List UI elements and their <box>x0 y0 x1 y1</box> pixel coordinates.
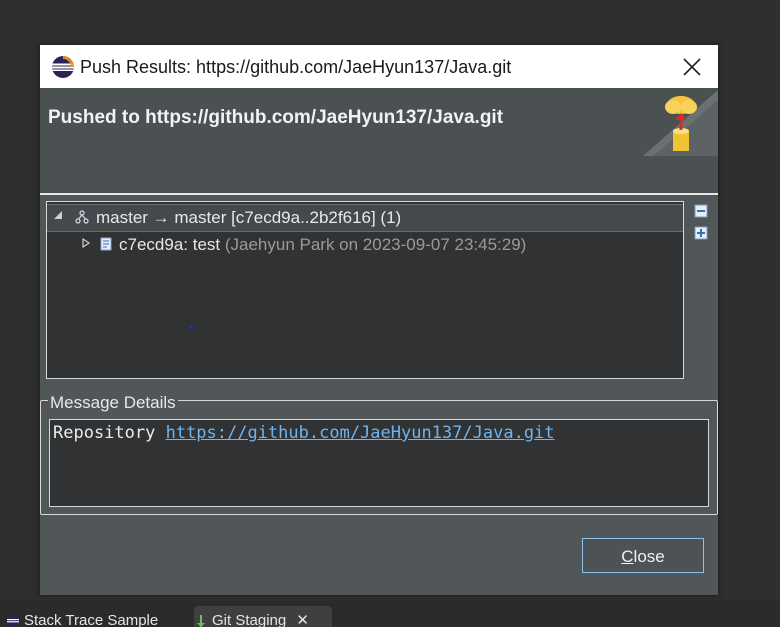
message-details-label: Message Details <box>48 393 178 413</box>
tab-git-staging[interactable]: Git Staging ✕ <box>194 606 332 627</box>
tab-stack-trace-sample[interactable]: Stack Trace Sample <box>6 606 190 627</box>
close-tab-icon[interactable]: ✕ <box>296 612 309 627</box>
collapsed-arrow-icon[interactable] <box>81 238 91 248</box>
push-heading: Pushed to https://github.com/JaeHyun137/… <box>48 107 504 128</box>
title-bar: Push Results: https://github.com/JaeHyun… <box>40 45 718 88</box>
repository-link[interactable]: https://github.com/JaeHyun137/Java.git <box>166 423 555 443</box>
expanded-arrow-icon[interactable] <box>53 210 63 220</box>
commit-icon <box>100 237 112 251</box>
tab-label: Git Staging <box>212 612 287 627</box>
tab-label: Stack Trace Sample <box>24 612 159 627</box>
tree-row-branch[interactable]: master → master [c7ecd9a..2b2f616] (1) <box>47 204 683 232</box>
expand-all-icon[interactable] <box>694 226 708 240</box>
repository-line: Repository https://github.com/JaeHyun137… <box>53 423 555 443</box>
push-result-tree[interactable]: master → master [c7ecd9a..2b2f616] (1) c… <box>46 201 684 379</box>
branch-icon <box>75 210 89 224</box>
eclipse-icon <box>52 56 74 78</box>
git-staging-icon <box>197 615 205 627</box>
commit-label: c7ecd9a: test <box>119 235 225 254</box>
push-banner-icon <box>643 90 718 156</box>
close-mnemonic: C <box>621 547 634 566</box>
header-separator <box>40 193 718 195</box>
commit-text: c7ecd9a: test (Jaehyun Park on 2023-09-0… <box>119 235 526 255</box>
repository-prefix: Repository <box>53 423 166 443</box>
commit-detail: (Jaehyun Park on 2023-09-07 23:45:29) <box>224 235 527 254</box>
collapse-all-icon[interactable] <box>694 204 708 218</box>
close-label: lose <box>633 547 665 566</box>
close-button[interactable]: Close <box>582 538 704 573</box>
eclipse-icon <box>7 615 19 627</box>
close-icon[interactable] <box>680 55 704 79</box>
cursor-dot <box>190 326 193 329</box>
message-details-text[interactable]: Repository https://github.com/JaeHyun137… <box>49 419 709 507</box>
branch-label: master → master [c7ecd9a..2b2f616] (1) <box>96 208 402 227</box>
dialog-header: Pushed to https://github.com/JaeHyun137/… <box>40 88 718 194</box>
ide-background <box>718 0 780 600</box>
push-results-dialog: Push Results: https://github.com/JaeHyun… <box>40 45 718 595</box>
dialog-title: Push Results: https://github.com/JaeHyun… <box>80 57 512 77</box>
